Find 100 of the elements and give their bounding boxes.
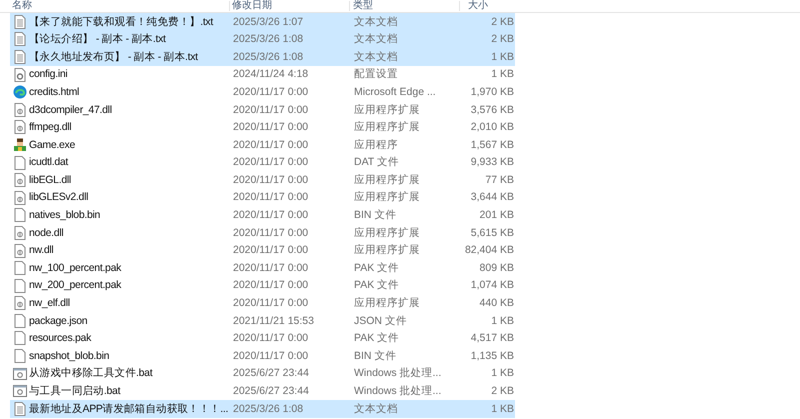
file-row[interactable]: package.json 2021/11/21 15:53 JSON 文件 1 KB	[10, 312, 515, 330]
text-file-icon	[14, 50, 26, 64]
file-row[interactable]: ffmpeg.dll 2020/11/17 0:00 应用程序扩展 2,010 KB	[10, 118, 515, 136]
file-name: config.ini	[29, 69, 68, 80]
file-type: DAT 文件	[354, 157, 400, 168]
file-name: resources.pak	[29, 333, 92, 344]
game-app-icon	[13, 138, 27, 152]
file-row[interactable]: natives_blob.bin 2020/11/17 0:00 BIN 文件 201 KB	[10, 206, 515, 224]
file-type: 文本文档	[354, 404, 399, 414]
text-file-icon	[14, 32, 26, 46]
modified-date: 2025/3/26 1:08	[233, 34, 304, 45]
file-type: 应用程序扩展	[354, 174, 421, 186]
file-size: 3,576 KB	[470, 104, 514, 116]
modified-date: 2025/3/26 1:08	[233, 404, 304, 414]
file-size: 809 KB	[478, 262, 514, 274]
file-type: BIN 文件	[354, 350, 398, 362]
column-header[interactable]: 大小	[460, 1, 516, 11]
file-name: 【来了就能下载和观看！纯免费！】.txt	[29, 16, 214, 28]
file-row[interactable]: credits.html 2020/11/17 0:00 Microsoft Edge ... 1,970 KB	[10, 83, 515, 101]
file-row[interactable]: 从游戏中移除工具文件.bat 2025/6/27 23:44 Windows 批处理... 1 KB	[10, 364, 515, 382]
file-row-selected[interactable]: 【来了就能下载和观看！纯免费！】.txt 2025/3/26 1:07 文本文档 2 KB	[10, 13, 515, 31]
modified-date: 2020/11/17 0:00	[233, 174, 310, 186]
file-row[interactable]: libEGL.dll 2020/11/17 0:00 应用程序扩展 77 KB	[10, 171, 515, 189]
file-row[interactable]: icudtl.dat 2020/11/17 0:00 DAT 文件 9,933 KB	[10, 154, 515, 172]
file-row[interactable]: nw_100_percent.pak 2020/11/17 0:00 PAK 文件 809 KB	[10, 259, 515, 277]
file-size: 82,404 KB	[464, 245, 514, 256]
file-size: 1 KB	[490, 368, 514, 379]
file-size: 1,567 KB	[470, 140, 514, 150]
file-name: nw_elf.dll	[29, 298, 71, 309]
file-type: 应用程序扩展	[354, 298, 421, 309]
file-size: 1,074 KB	[470, 280, 514, 291]
file-name: Game.exe	[29, 140, 76, 150]
file-row[interactable]: node.dll 2020/11/17 0:00 应用程序扩展 5,615 KB	[10, 224, 515, 242]
file-size: 1 KB	[490, 52, 514, 62]
file-size: 1,135 KB	[470, 350, 514, 362]
file-row[interactable]: nw_200_percent.pak 2020/11/17 0:00 PAK 文件 1,074 KB	[10, 276, 515, 294]
file-row[interactable]: nw_elf.dll 2020/11/17 0:00 应用程序扩展 440 KB	[10, 294, 515, 312]
library-file-icon	[14, 296, 26, 310]
library-file-icon	[14, 190, 26, 205]
modified-date: 2020/11/17 0:00	[233, 122, 310, 133]
file-name: 从游戏中移除工具文件.bat	[29, 368, 154, 379]
file-size: 2 KB	[490, 16, 514, 28]
column-header[interactable]: 类型	[350, 1, 460, 11]
batch-file-icon	[13, 368, 27, 380]
file-type: 应用程序扩展	[354, 192, 421, 203]
modified-date: 2020/11/17 0:00	[233, 228, 310, 238]
modified-date: 2020/11/17 0:00	[233, 262, 310, 274]
file-size: 1 KB	[490, 316, 514, 326]
file-name: nw.dll	[29, 245, 54, 256]
file-name: snapshot_blob.bin	[29, 350, 110, 362]
file-size: 2 KB	[490, 386, 514, 397]
modified-date: 2020/11/17 0:00	[233, 280, 310, 291]
modified-date: 2020/11/17 0:00	[233, 104, 310, 116]
modified-date: 2025/6/27 23:44	[233, 386, 310, 397]
file-size: 1 KB	[490, 69, 514, 80]
file-size: 9,933 KB	[470, 157, 514, 168]
text-file-icon	[14, 402, 26, 416]
file-type: 应用程序扩展	[354, 104, 421, 116]
file-row[interactable]: 与工具一同启动.bat 2025/6/27 23:44 Windows 批处理... 2 KB	[10, 382, 515, 400]
file-type: Windows 批处理...	[354, 386, 442, 397]
file-row[interactable]: snapshot_blob.bin 2020/11/17 0:00 BIN 文件 1,135 KB	[10, 347, 515, 365]
blank-file-icon	[14, 331, 26, 346]
file-name: 最新地址及APP请发邮箱自动获取！！！...	[29, 404, 230, 414]
file-type: Windows 批处理...	[354, 368, 442, 379]
file-name: 【论坛介绍】 - 副本 - 副本.txt	[29, 34, 167, 45]
file-type: 文本文档	[354, 16, 399, 28]
batch-file-icon	[13, 385, 27, 398]
file-row-selected[interactable]: 【永久地址发布页】 - 副本 - 副本.txt 2025/3/26 1:08 文本文档 1 KB	[10, 48, 515, 66]
file-name: 与工具一同启动.bat	[29, 386, 122, 397]
library-file-icon	[14, 244, 26, 258]
modified-date: 2020/11/17 0:00	[233, 140, 310, 150]
file-row-selected[interactable]: 【论坛介绍】 - 副本 - 副本.txt 2025/3/26 1:08 文本文档 2 KB	[10, 30, 515, 48]
file-type: 应用程序扩展	[354, 228, 421, 238]
file-name: 【永久地址发布页】 - 副本 - 副本.txt	[29, 52, 199, 62]
modified-date: 2020/11/17 0:00	[233, 210, 310, 221]
modified-date: 2020/11/17 0:00	[233, 350, 310, 362]
file-row[interactable]: Game.exe 2020/11/17 0:00 应用程序 1,567 KB	[10, 136, 515, 154]
column-header[interactable]: 修改日期	[230, 1, 350, 11]
file-size: 3,644 KB	[470, 192, 514, 203]
file-name: nw_100_percent.pak	[29, 262, 122, 274]
file-row[interactable]: d3dcompiler_47.dll 2020/11/17 0:00 应用程序扩展 3,576 KB	[10, 100, 515, 119]
file-type: 文本文档	[354, 34, 399, 45]
file-row[interactable]: libGLESv2.dll 2020/11/17 0:00 应用程序扩展 3,644 KB	[10, 188, 515, 207]
file-name: natives_blob.bin	[29, 210, 102, 221]
file-size: 440 KB	[478, 298, 514, 309]
file-type: BIN 文件	[354, 210, 398, 221]
file-row[interactable]: config.ini 2024/11/24 4:18 配置设置 1 KB	[10, 66, 515, 84]
file-type: PAK 文件	[354, 333, 400, 344]
file-row[interactable]: resources.pak 2020/11/17 0:00 PAK 文件 4,517 KB	[10, 330, 515, 348]
library-file-icon	[14, 226, 26, 240]
modified-date: 2020/11/17 0:00	[233, 298, 310, 309]
file-type: 应用程序扩展	[354, 122, 421, 133]
text-file-icon	[14, 14, 26, 29]
file-row-selected[interactable]: 最新地址及APP请发邮箱自动获取！！！... 2025/3/26 1:08 文本文档 1 KB	[10, 400, 515, 418]
file-type: Microsoft Edge ...	[354, 86, 437, 98]
file-type: 配置设置	[354, 69, 399, 80]
column-header[interactable]: 名称	[0, 1, 230, 11]
modified-date: 2020/11/17 0:00	[233, 192, 310, 203]
file-row[interactable]: nw.dll 2020/11/17 0:00 应用程序扩展 82,404 KB	[10, 242, 515, 260]
blank-file-icon	[14, 314, 26, 328]
